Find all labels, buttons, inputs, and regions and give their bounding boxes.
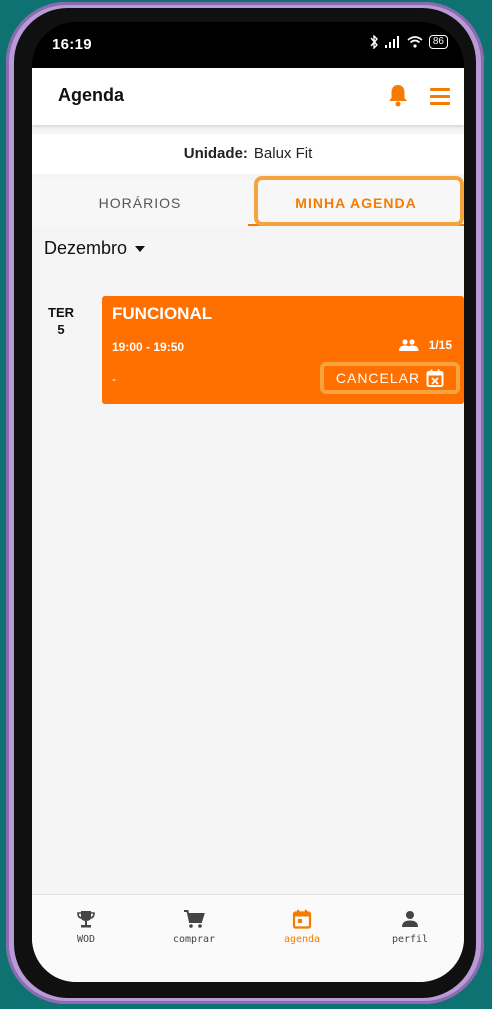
class-name: FUNCIONAL — [112, 304, 213, 323]
capacity-value: 1/15 — [428, 338, 452, 352]
nav-item-perfil[interactable]: perfil — [356, 909, 464, 945]
tab-highlight-outline — [254, 176, 464, 226]
bluetooth-icon — [370, 35, 378, 49]
tab-horarios[interactable]: HORÁRIOS — [32, 180, 248, 226]
status-icons: 86 — [369, 35, 448, 49]
month-value: Dezembro — [44, 238, 128, 258]
status-bar: 16:19 86 — [32, 22, 464, 68]
unit-value: Balux Fit — [253, 145, 313, 162]
nav-label-comprar: comprar — [172, 934, 216, 945]
battery-icon: 86 — [428, 35, 448, 49]
class-capacity: 1/15 — [398, 338, 452, 352]
nav-label-wod: WOD — [76, 934, 96, 945]
unit-label: Unidade: — [183, 145, 248, 162]
people-icon — [398, 339, 419, 351]
nav-item-comprar[interactable]: comprar — [140, 909, 248, 945]
trophy-icon — [77, 911, 95, 928]
nav-label-perfil: perfil — [391, 934, 429, 945]
app-content: Agenda Unidade: Balux Fit HORÁRIOS MINHA … — [32, 68, 464, 982]
month-dropdown[interactable]: Dezembro — [44, 238, 146, 259]
class-card[interactable]: FUNCIONAL 19:00 - 19:50 1/15 - CANCELAR — [102, 296, 464, 404]
day-name: TER — [48, 305, 74, 320]
status-time: 16:19 — [52, 36, 92, 53]
app-header: Agenda — [32, 68, 464, 125]
page-title: Agenda — [58, 85, 125, 105]
day-number: 5 — [57, 322, 65, 337]
nav-label-agenda: agenda — [283, 934, 321, 945]
bell-icon[interactable] — [387, 83, 409, 107]
nav-item-wod[interactable]: WOD — [32, 909, 140, 945]
nav-item-agenda[interactable]: agenda — [248, 909, 356, 945]
cancel-button[interactable]: CANCELAR — [320, 362, 460, 394]
unit-row: Unidade: Balux Fit — [32, 134, 464, 174]
menu-icon[interactable] — [430, 88, 450, 105]
chevron-down-icon — [135, 245, 146, 252]
person-icon — [402, 911, 418, 927]
day-label: TER 5 — [46, 304, 76, 338]
calendar-cancel-icon — [426, 369, 444, 387]
wifi-icon — [407, 36, 423, 48]
cart-icon — [184, 910, 205, 928]
class-time: 19:00 - 19:50 — [112, 340, 185, 354]
bottom-nav: WOD comprar agenda perfil — [32, 894, 464, 982]
signal-icon — [384, 36, 399, 48]
phone-screen: 16:19 86 Agenda Unidade: Balux Fit HORÁRI… — [32, 22, 464, 982]
calendar-icon — [292, 909, 312, 929]
cancel-label: CANCELAR — [335, 370, 421, 386]
class-note: - — [112, 372, 116, 386]
